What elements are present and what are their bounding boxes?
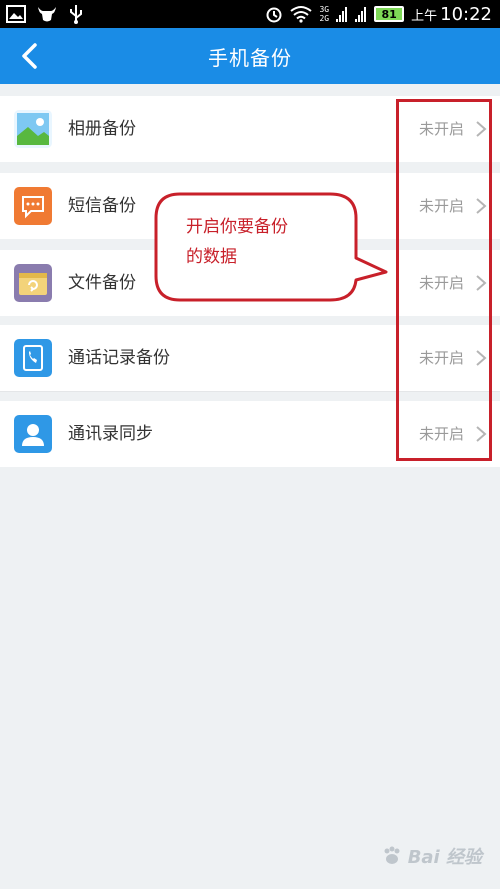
bull-notification-icon — [38, 7, 56, 22]
list-item-file-backup[interactable]: 文件备份 未开启 — [0, 250, 500, 316]
item-label: 短信备份 — [68, 196, 136, 216]
item-status: 未开启 — [418, 197, 464, 215]
item-label: 文件备份 — [68, 273, 136, 293]
contacts-icon — [14, 415, 52, 453]
paw-icon — [384, 846, 400, 864]
signal-icon-2 — [355, 7, 367, 22]
chevron-right-icon — [476, 426, 487, 442]
chevron-left-icon — [22, 43, 37, 69]
chevron-right-icon — [476, 121, 487, 137]
battery-icon: 81 — [374, 6, 405, 22]
item-status: 未开启 — [418, 274, 464, 292]
item-label: 通讯录同步 — [68, 424, 153, 444]
clock: 10:22 — [440, 3, 492, 25]
back-button[interactable] — [10, 36, 50, 76]
folder-icon — [14, 264, 52, 302]
list-item-photo-backup[interactable]: 相册备份 未开启 — [0, 96, 500, 162]
divider — [0, 391, 500, 392]
page-title: 手机备份 — [208, 45, 292, 70]
app-header: 手机备份 — [0, 28, 500, 84]
watermark-text: Bai 经验 — [407, 847, 482, 868]
item-status: 未开启 — [418, 120, 464, 138]
baidu-watermark: Bai 经验 — [380, 843, 482, 869]
sms-icon — [14, 187, 52, 225]
wifi-icon — [290, 6, 313, 23]
list-item-call-log-backup[interactable]: 通话记录备份 未开启 — [0, 325, 500, 391]
item-label: 通话记录备份 — [68, 348, 170, 368]
battery-level: 81 — [381, 7, 397, 21]
network-type: 3G 2G — [319, 5, 330, 23]
photo-album-icon — [14, 110, 52, 148]
image-notification-icon — [6, 5, 26, 23]
item-status: 未开启 — [418, 425, 464, 443]
list-item-sms-backup[interactable]: 短信备份 未开启 — [0, 173, 500, 239]
alarm-icon — [266, 7, 282, 23]
status-bar: 3G 2G 81 上午 10:22 — [0, 0, 500, 28]
usb-icon — [70, 5, 82, 24]
call-log-icon — [14, 339, 52, 377]
clock-prefix: 上午 — [411, 8, 438, 24]
chevron-right-icon — [476, 198, 487, 214]
chevron-right-icon — [476, 350, 487, 366]
chevron-right-icon — [476, 275, 487, 291]
list-item-contacts-sync[interactable]: 通讯录同步 未开启 — [0, 401, 500, 467]
item-status: 未开启 — [418, 349, 464, 367]
signal-icon-1 — [336, 7, 348, 22]
item-label: 相册备份 — [68, 119, 136, 139]
